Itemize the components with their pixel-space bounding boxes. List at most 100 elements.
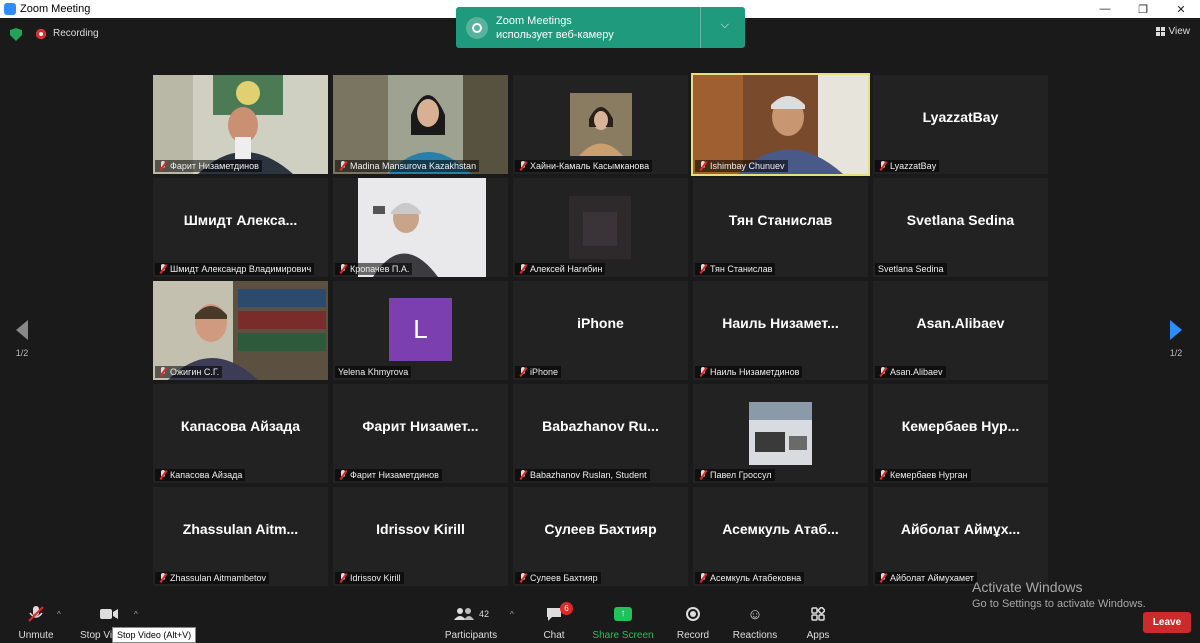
record-label: Record xyxy=(676,630,710,641)
participant-name-label: Хайни-Камаль Касымканова xyxy=(515,160,653,172)
participant-name-label: Svetlana Sedina xyxy=(875,263,947,275)
participant-tile[interactable]: L Yelena Khmyrova xyxy=(333,281,508,380)
unmute-button[interactable]: Unmute xyxy=(14,604,58,641)
participant-tile[interactable]: Хайни-Камаль Касымканова xyxy=(513,75,688,174)
participant-name: Svetlana Sedina xyxy=(878,264,944,274)
participant-tile[interactable]: iPhone iPhone xyxy=(513,281,688,380)
recording-label[interactable]: Recording xyxy=(53,28,99,39)
participant-name: Фарит Низаметдинов xyxy=(170,161,259,171)
participant-tile[interactable]: Алексей Нагибин xyxy=(513,178,688,277)
participant-tile[interactable]: LyazzatBay LyazzatBay xyxy=(873,75,1048,174)
participant-name-label: Ishimbay Chunuev xyxy=(695,160,788,172)
webcam-icon xyxy=(466,16,488,39)
participant-tile[interactable]: Тян Станислав Тян Станислав xyxy=(693,178,868,277)
next-page-button[interactable]: 1/2 xyxy=(1166,320,1186,358)
share-screen-button[interactable]: ↑ Share Screen xyxy=(592,604,654,641)
participant-name-label: Madina Mansurova Kazakhstan xyxy=(335,160,480,172)
participant-tile[interactable]: Кропачев П.А. xyxy=(333,178,508,277)
microphone-muted-icon xyxy=(698,367,707,377)
chevron-down-icon[interactable]: ⌵ xyxy=(721,19,729,32)
participants-icon: 42 xyxy=(444,604,498,624)
participant-display-name: Капасова Айзада xyxy=(180,418,301,434)
record-icon xyxy=(674,604,712,624)
participant-tile[interactable]: Idrissov Kirill Idrissov Kirill xyxy=(333,487,508,586)
participant-display-name: Babazhanov Ru... xyxy=(542,418,659,434)
participant-display-name: Кемербаев Нур... xyxy=(901,418,1020,434)
chat-label: Chat xyxy=(543,630,565,641)
view-button[interactable]: View xyxy=(1155,26,1190,37)
smiley-icon: ☺ xyxy=(747,605,763,623)
participant-display-name: Наиль Низамет... xyxy=(722,315,839,331)
apps-button[interactable]: Apps xyxy=(804,604,832,641)
participant-name: Asan.Alibaev xyxy=(890,367,943,377)
participant-name-label: iPhone xyxy=(515,366,562,378)
participant-name-label: Фарит Низаметдинов xyxy=(155,160,262,172)
participant-name: Хайни-Камаль Касымканова xyxy=(530,161,650,171)
stop-video-tooltip: Stop Video (Alt+V) xyxy=(112,627,197,643)
participant-name-label: Yelena Khmyrova xyxy=(335,366,412,378)
participant-tile[interactable]: Наиль Низамет... Наиль Низаметдинов xyxy=(693,281,868,380)
participant-tile[interactable]: Айболат Аймұх... Айболат Аймухамет xyxy=(873,487,1048,586)
participant-display-name: Шмидт Алекса... xyxy=(183,212,298,228)
webcam-notification[interactable]: Zoom Meetings использует веб-камеру ⌵ xyxy=(456,7,745,48)
participant-tile[interactable]: Ожигин С.Г. xyxy=(153,281,328,380)
microphone-muted-icon xyxy=(698,161,707,171)
participant-name: Тян Станислав xyxy=(710,264,773,274)
participant-display-name: Сулеев Бахтияр xyxy=(544,521,657,537)
participant-name: Zhassulan Aitmambetov xyxy=(170,573,267,583)
reactions-button[interactable]: ☺ Reactions xyxy=(732,604,778,642)
participant-name: Наиль Низаметдинов xyxy=(710,367,800,377)
microphone-muted-icon xyxy=(518,573,527,583)
microphone-muted-icon xyxy=(698,573,707,583)
participant-gallery: Фарит Низаметдинов Madina Mansurova Kazak… xyxy=(153,73,1048,586)
participant-name: Сулеев Бахтияр xyxy=(530,573,598,583)
participant-tile[interactable]: Asan.Alibaev Asan.Alibaev xyxy=(873,281,1048,380)
participant-display-name: Тян Станислав xyxy=(728,212,833,228)
leave-button[interactable]: Leave xyxy=(1143,612,1191,633)
unmute-label: Unmute xyxy=(18,630,54,641)
participant-tile[interactable]: Babazhanov Ru... Babazhanov Ruslan, Stude… xyxy=(513,384,688,483)
prev-page-button[interactable]: 1/2 xyxy=(12,320,32,358)
participant-name-label: Idrissov Kirill xyxy=(335,572,404,584)
activation-title: Activate Windows xyxy=(972,579,1083,595)
participant-name-label: Капасова Айзада xyxy=(155,469,246,481)
participant-name: Павел Гроссул xyxy=(710,470,772,480)
chat-button[interactable]: 6 Chat xyxy=(538,602,573,641)
participant-tile[interactable]: Zhassulan Aitm... Zhassulan Aitmambetov xyxy=(153,487,328,586)
participant-tile[interactable]: Madina Mansurova Kazakhstan xyxy=(333,75,508,174)
record-button[interactable]: Record xyxy=(674,604,712,641)
video-options-caret-icon[interactable]: ^ xyxy=(134,610,138,619)
video-camera-icon xyxy=(80,604,138,624)
shield-icon[interactable] xyxy=(10,28,22,41)
zoom-app-icon xyxy=(4,3,16,15)
participant-tile[interactable]: Асемкуль Атаб... Асемкуль Атабековна xyxy=(693,487,868,586)
participant-name-label: Ожигин С.Г. xyxy=(155,366,223,378)
participant-name: Yelena Khmyrova xyxy=(338,367,409,377)
participants-caret-icon[interactable]: ^ xyxy=(510,610,514,619)
maximize-button[interactable]: ❐ xyxy=(1124,0,1162,18)
participant-tile[interactable]: Ishimbay Chunuev xyxy=(691,73,870,176)
participant-tile[interactable]: Фарит Низамет... Фарит Низаметдинов xyxy=(333,384,508,483)
microphone-muted-icon xyxy=(158,573,167,583)
participant-tile[interactable]: Шмидт Алекса... Шмидт Александр Владимиро… xyxy=(153,178,328,277)
microphone-muted-icon xyxy=(698,264,707,274)
participant-name-label: Фарит Низаметдинов xyxy=(335,469,442,481)
participant-tile[interactable]: Фарит Низаметдинов xyxy=(153,75,328,174)
participants-button[interactable]: 42 Participants xyxy=(444,604,498,641)
audio-options-caret-icon[interactable]: ^ xyxy=(57,610,61,619)
minimize-button[interactable]: — xyxy=(1086,0,1124,18)
participant-tile[interactable]: Svetlana Sedina Svetlana Sedina xyxy=(873,178,1048,277)
participant-display-name: iPhone xyxy=(577,315,624,331)
participant-tile[interactable]: Сулеев Бахтияр Сулеев Бахтияр xyxy=(513,487,688,586)
microphone-muted-icon xyxy=(158,470,167,480)
microphone-muted-icon xyxy=(518,161,527,171)
participant-name-label: Кемербаев Нурган xyxy=(875,469,971,481)
participant-tile[interactable]: Кемербаев Нур... Кемербаев Нурган xyxy=(873,384,1048,483)
close-button[interactable]: ✕ xyxy=(1162,0,1200,18)
participant-tile[interactable]: Павел Гроссул xyxy=(693,384,868,483)
participant-name: Шмидт Александр Владимирович xyxy=(170,264,312,274)
page-indicator-left: 1/2 xyxy=(15,348,29,358)
participant-name: Madina Mansurova Kazakhstan xyxy=(350,161,477,171)
participant-tile[interactable]: Капасова Айзада Капасова Айзада xyxy=(153,384,328,483)
microphone-muted-icon xyxy=(878,470,887,480)
